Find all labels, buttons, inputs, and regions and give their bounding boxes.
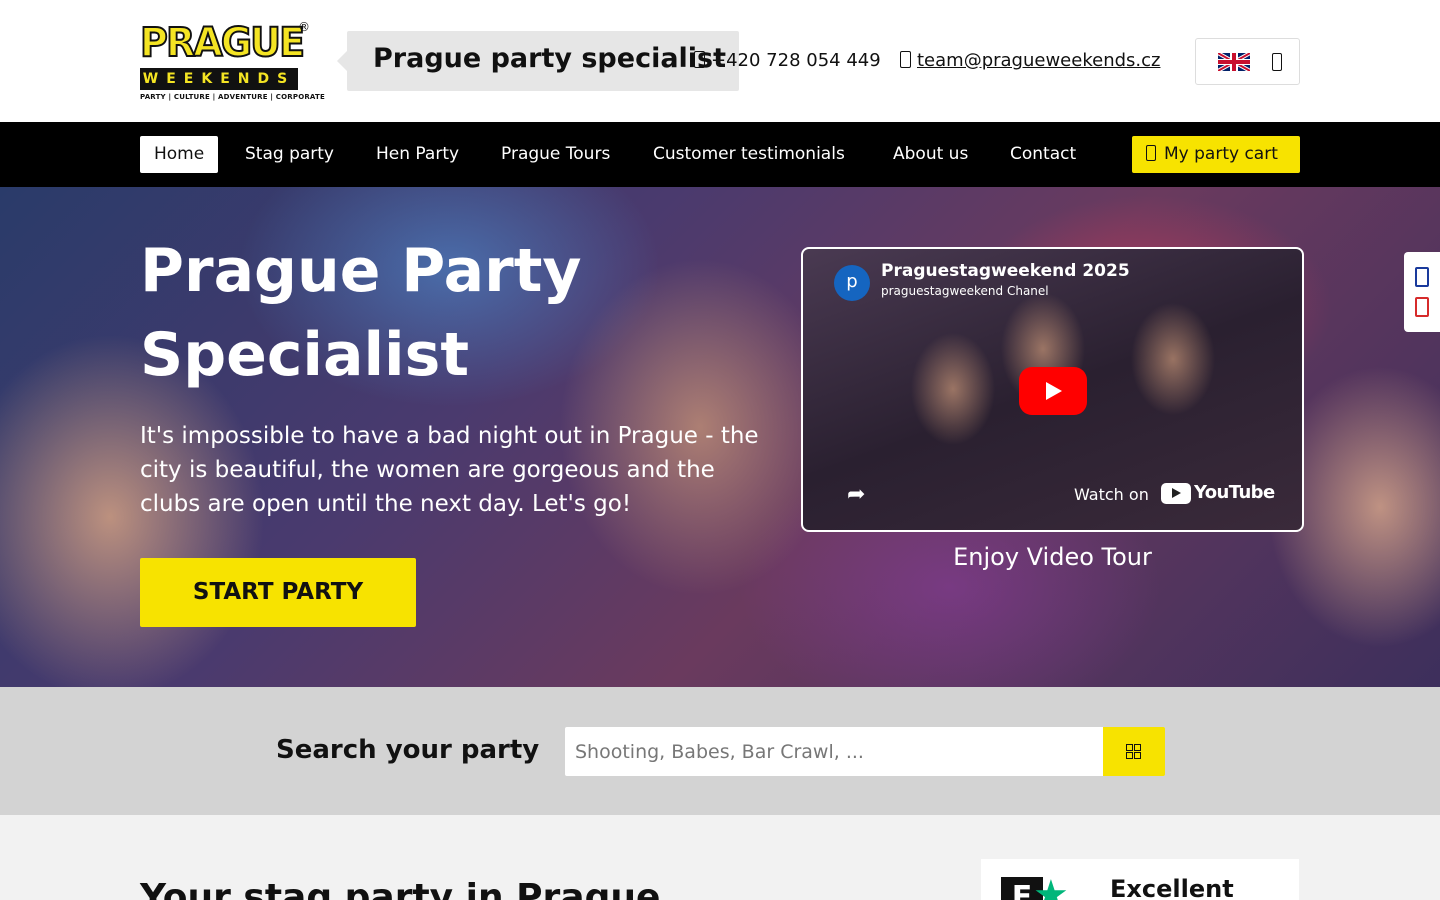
email-link[interactable]: team@pragueweekends.cz	[917, 50, 1160, 71]
logo-registered-mark: ®	[298, 20, 310, 34]
search-label: Search your party	[276, 735, 540, 765]
uk-flag-icon	[1218, 53, 1250, 71]
nav-item-contact[interactable]: Contact	[996, 136, 1090, 173]
widget-top-icon[interactable]	[1415, 267, 1429, 287]
nav-item-stag-party[interactable]: Stag party	[231, 136, 348, 173]
hero-title: Prague Party Specialist	[140, 236, 582, 390]
section-title: Your stag party in Prague	[140, 877, 661, 900]
video-title[interactable]: Praguestagweekend 2025	[881, 261, 1130, 281]
video-channel[interactable]: praguestagweekend Chanel	[881, 284, 1049, 298]
watch-on-label[interactable]: Watch on	[1074, 485, 1149, 504]
logo[interactable]: PRAGUE ® WEEKENDS PARTY | CULTURE | ADVE…	[139, 19, 325, 104]
youtube-logo-icon[interactable]	[1161, 483, 1191, 504]
phone-icon	[694, 51, 705, 68]
search-band: Search your party	[0, 687, 1440, 815]
youtube-wordmark[interactable]: YouTube	[1194, 482, 1275, 503]
trustpilot-rating: Excellent	[1110, 875, 1234, 900]
hero-section: Prague Party Specialist It's impossible …	[0, 187, 1440, 687]
specialist-bubble-text: Prague party specialist	[373, 43, 727, 74]
widget-bottom-icon[interactable]	[1415, 297, 1429, 317]
logo-sub-text: WEEKENDS	[140, 68, 298, 90]
trustpilot-star-icon: ★	[1033, 872, 1069, 900]
logo-tagline: PARTY | CULTURE | ADVENTURE | CORPORATE	[140, 93, 325, 101]
nav-item-prague-tours[interactable]: Prague Tours	[487, 136, 624, 173]
header: PRAGUE ® WEEKENDS PARTY | CULTURE | ADVE…	[0, 0, 1440, 122]
content-section: Your stag party in Prague E ★ Excellent	[0, 815, 1440, 900]
nav-item-testimonials[interactable]: Customer testimonials	[639, 136, 859, 173]
chevron-down-icon	[1272, 53, 1282, 71]
specialist-bubble: Prague party specialist	[337, 31, 739, 91]
phone-number[interactable]: +420 728 054 449	[711, 50, 881, 71]
play-icon[interactable]	[1019, 367, 1087, 415]
logo-main-text: PRAGUE	[139, 19, 306, 67]
hero-description: It's impossible to have a bad night out …	[140, 423, 759, 517]
channel-avatar[interactable]: p	[834, 265, 870, 301]
shopping-bag-icon	[1146, 145, 1156, 161]
party-cart-button[interactable]: My party cart	[1132, 136, 1300, 173]
trustpilot-widget[interactable]: E ★ Excellent	[981, 859, 1299, 900]
party-cart-label: My party cart	[1164, 144, 1278, 164]
language-selector[interactable]	[1195, 38, 1300, 85]
email-contact[interactable]: team@pragueweekends.cz	[900, 50, 1160, 71]
youtube-video-embed[interactable]: p Praguestagweekend 2025 praguestagweeke…	[801, 247, 1304, 532]
video-caption: Enjoy Video Tour	[953, 543, 1152, 571]
share-icon[interactable]: ➦	[847, 482, 873, 508]
nav-item-home[interactable]: Home	[140, 136, 219, 173]
nav-item-hen-party[interactable]: Hen Party	[362, 136, 473, 173]
search-input[interactable]	[565, 727, 1103, 776]
main-nav: Home Stag party Hen Party Prague Tours C…	[0, 122, 1440, 187]
start-party-button[interactable]: START PARTY	[140, 558, 416, 627]
nav-item-about-us[interactable]: About us	[879, 136, 982, 173]
phone-contact[interactable]: +420 728 054 449	[694, 50, 881, 71]
search-button[interactable]	[1103, 727, 1165, 776]
side-floating-widget[interactable]	[1404, 252, 1440, 332]
envelope-icon	[900, 51, 911, 68]
